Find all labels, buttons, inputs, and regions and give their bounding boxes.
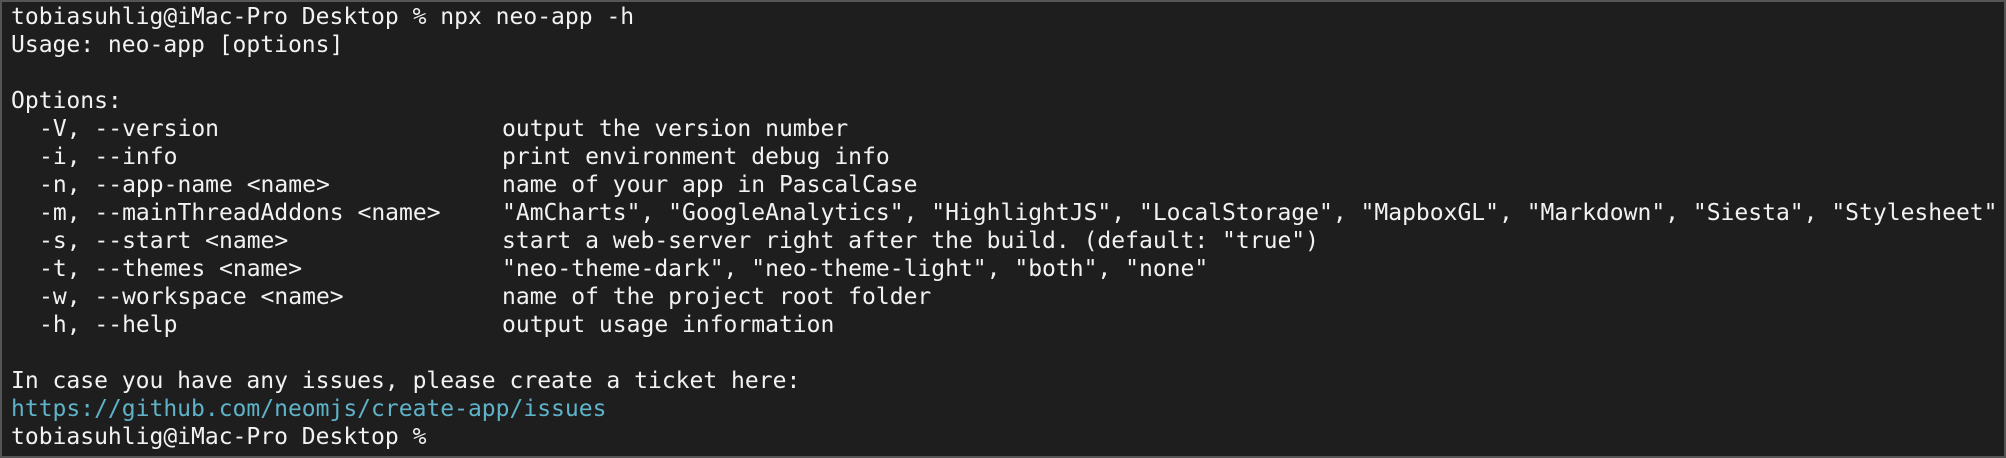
option-row: -w, --workspace <name> name of the projec… <box>11 283 2004 311</box>
option-flag: -i, --info <box>39 144 178 170</box>
issues-link[interactable]: https://github.com/neomjs/create-app/iss… <box>11 396 606 422</box>
option-description: "AmCharts", "GoogleAnalytics", "Highligh… <box>502 200 1998 226</box>
option-row: -V, --version output the version number <box>11 115 2004 143</box>
option-flag: -h, --help <box>39 312 178 338</box>
shell-prompt: tobiasuhlig@iMac-Pro Desktop % <box>11 4 427 30</box>
option-row: -s, --start <name> start a web-server rig… <box>11 227 2004 255</box>
option-flag: -s, --start <name> <box>39 228 289 254</box>
option-row: -m, --mainThreadAddons <name> "AmCharts",… <box>11 199 2004 227</box>
option-row: -i, --info print environment debug info <box>11 143 2004 171</box>
option-row: -t, --themes <name> "neo-theme-dark", "ne… <box>11 255 2004 283</box>
command-text: npx neo-app -h <box>440 4 635 30</box>
option-description: output the version number <box>502 116 849 142</box>
usage-line: Usage: neo-app [options] <box>11 32 344 58</box>
option-description: start a web-server right after the build… <box>502 228 1319 254</box>
final-prompt-line[interactable]: tobiasuhlig@iMac-Pro Desktop % <box>11 423 2004 451</box>
option-description: name of the project root folder <box>502 284 932 310</box>
command-line: tobiasuhlig@iMac-Pro Desktop % npx neo-a… <box>11 3 2004 31</box>
options-heading: Options: <box>11 88 122 114</box>
option-flag: -t, --themes <name> <box>39 256 303 282</box>
option-description: print environment debug info <box>502 144 890 170</box>
option-flag: -V, --version <box>39 116 220 142</box>
issues-link-line: https://github.com/neomjs/create-app/iss… <box>11 395 2004 423</box>
option-description: name of your app in PascalCase <box>502 172 918 198</box>
terminal-window[interactable]: tobiasuhlig@iMac-Pro Desktop % npx neo-a… <box>0 0 2006 458</box>
option-row: -n, --app-name <name> name of your app in… <box>11 171 2004 199</box>
option-flag: -m, --mainThreadAddons <name> <box>39 200 441 226</box>
issues-text: In case you have any issues, please crea… <box>11 368 801 394</box>
option-description: "neo-theme-dark", "neo-theme-light", "bo… <box>502 256 1209 282</box>
option-flag: -w, --workspace <name> <box>39 284 344 310</box>
option-description: output usage information <box>502 312 835 338</box>
option-row: -h, --help output usage information <box>11 311 2004 339</box>
option-flag: -n, --app-name <name> <box>39 172 330 198</box>
shell-prompt: tobiasuhlig@iMac-Pro Desktop % <box>11 424 427 450</box>
